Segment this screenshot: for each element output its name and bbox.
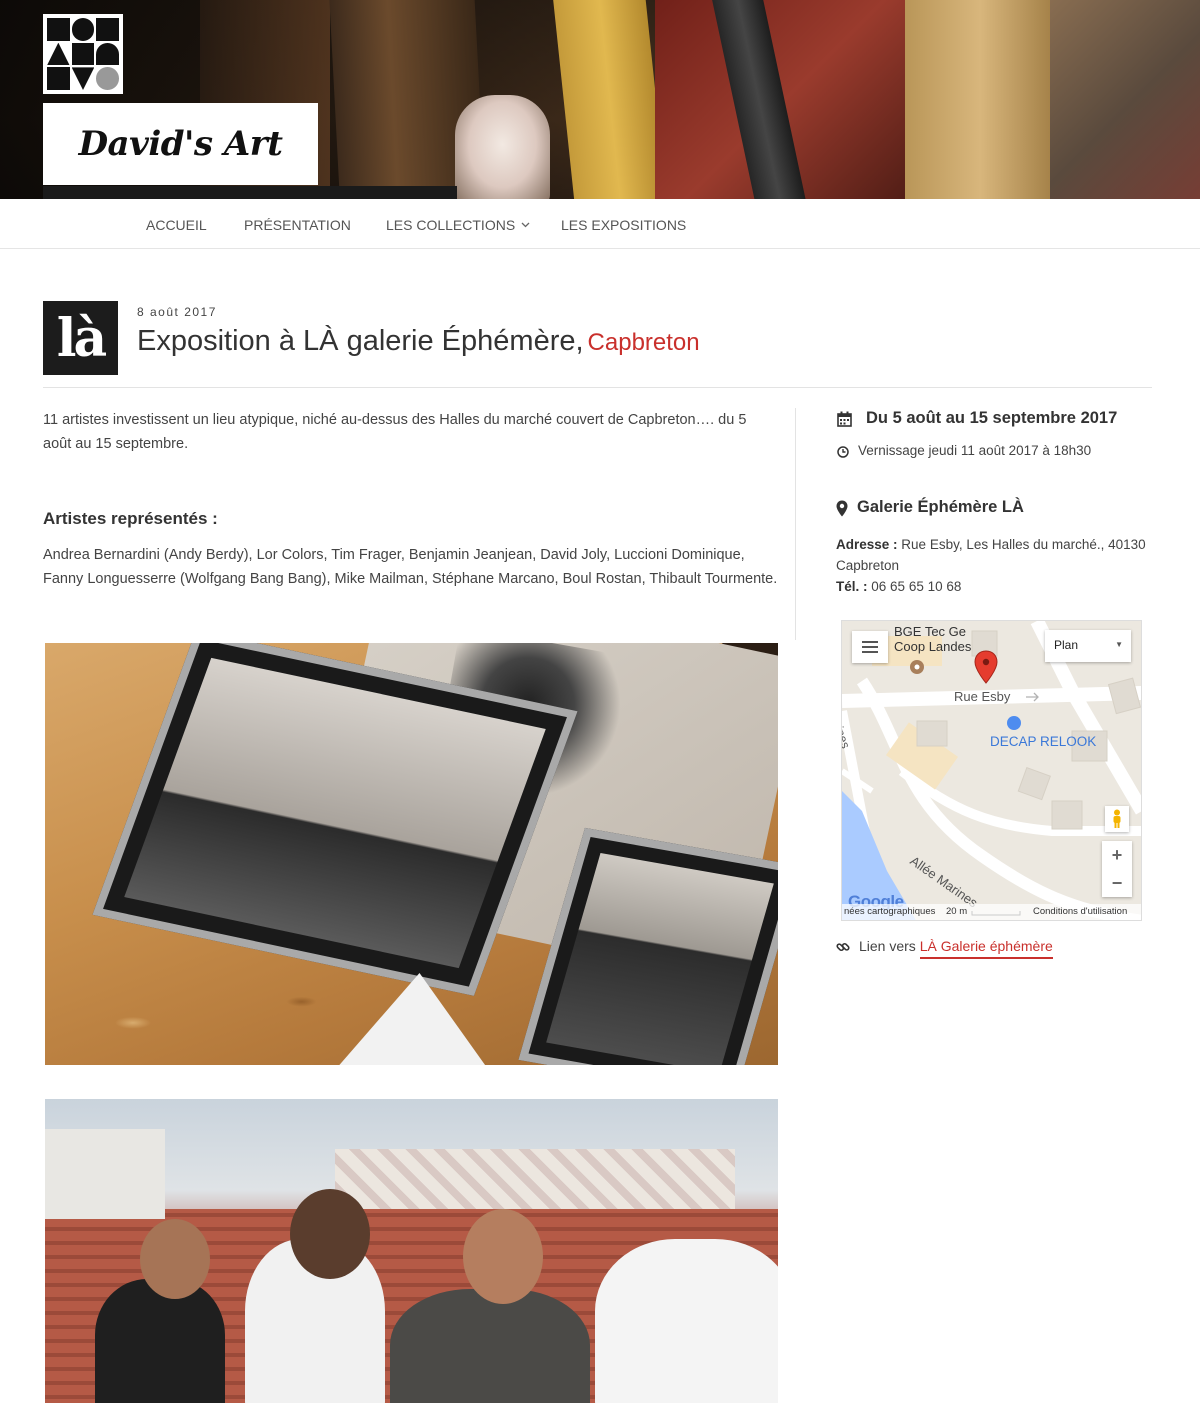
- map-data-credit: nées cartographiques: [844, 906, 936, 917]
- photo-person: [390, 1289, 590, 1403]
- artists-list: Andrea Bernardini (Andy Berdy), Lor Colo…: [43, 547, 778, 587]
- map-type-label: Plan: [1054, 638, 1079, 652]
- map-poi-bge-line2: Coop Landes: [894, 639, 972, 654]
- venue-map[interactable]: Plan ▼ BGE Tec Ge Coop Landes Rue Esby D…: [841, 620, 1142, 921]
- photo-tent: [335, 1149, 735, 1209]
- photo-person-head: [463, 1209, 543, 1304]
- map-zoom-controls: + −: [1102, 841, 1132, 897]
- map-pin-icon: [835, 500, 848, 517]
- banner-ruler: [551, 0, 671, 199]
- map-scale: 20 m: [946, 906, 968, 917]
- nav-item-accueil[interactable]: ACCUEIL: [146, 199, 207, 249]
- zoom-out-icon[interactable]: −: [1112, 873, 1123, 894]
- nav-item-expositions[interactable]: LES EXPOSITIONS: [561, 199, 686, 249]
- map-terms-link[interactable]: Conditions d'utilisation: [1033, 906, 1127, 917]
- zoom-in-icon[interactable]: +: [1112, 845, 1123, 866]
- post-date: 8 août 2017: [137, 305, 217, 319]
- site-title[interactable]: David's Art: [79, 124, 283, 164]
- site-title-box[interactable]: David's Art: [43, 103, 318, 185]
- artists-heading: Artistes représentés :: [43, 509, 218, 528]
- nav-item-collections[interactable]: LES COLLECTIONS: [386, 199, 530, 249]
- venue-link-line: Lien vers LÀ Galerie éphémère: [859, 938, 1053, 959]
- event-dates: Du 5 août au 15 septembre 2017: [866, 409, 1118, 427]
- banner-bar: [43, 186, 457, 199]
- calendar-icon: [836, 411, 852, 427]
- link-icon: [836, 940, 850, 954]
- menu-icon[interactable]: [852, 631, 888, 663]
- divider: [43, 387, 1152, 388]
- post-location[interactable]: Capbreton: [588, 329, 700, 356]
- pegman-icon[interactable]: [1105, 806, 1129, 832]
- map-footer: nées cartographiques 20 m Conditions d'u…: [842, 904, 1141, 920]
- event-address-block: Adresse : Rue Esby, Les Halles du marché…: [836, 534, 1152, 597]
- post-thumbnail: là: [43, 301, 118, 375]
- banner-texture: [905, 0, 1055, 199]
- phone-label: Tél. :: [836, 579, 868, 594]
- chevron-down-icon: ▼: [1115, 640, 1123, 649]
- post-intro: 11 artistes investissent un lieu atypiqu…: [43, 412, 747, 452]
- clock-icon: [836, 445, 849, 458]
- nav-item-presentation[interactable]: PRÉSENTATION: [244, 199, 351, 249]
- chevron-down-icon: [521, 199, 530, 251]
- event-venue: Galerie Éphémère LÀ: [857, 498, 1024, 516]
- venue-link[interactable]: LÀ Galerie éphémère: [919, 938, 1053, 959]
- post-title: Exposition à LÀ galerie Éphémère, Capbret…: [137, 325, 700, 358]
- map-poi-bge: BGE Tec Ge Coop Landes: [894, 624, 971, 654]
- map-poi-decap: DECAP RELOOK: [990, 734, 1097, 749]
- exhibition-photo-visitors[interactable]: [45, 1099, 778, 1403]
- photo-house: [45, 1129, 165, 1219]
- event-vernissage: Vernissage jeudi 11 août 2017 à 18h30: [858, 443, 1092, 458]
- map-poi-bge-line1: BGE Tec Ge: [894, 624, 967, 639]
- column-divider: [795, 408, 796, 640]
- banner-eraser: [455, 95, 550, 199]
- nav-item-collections-label: LES COLLECTIONS: [386, 217, 516, 233]
- banner-texture: [1050, 0, 1200, 199]
- phone-value[interactable]: 06 65 65 10 68: [871, 579, 961, 594]
- post-title-text: Exposition à LÀ galerie Éphémère,: [137, 325, 584, 357]
- map-type-select[interactable]: Plan ▼: [1045, 630, 1131, 662]
- photo-person: [595, 1239, 778, 1403]
- main-nav: ACCUEIL PRÉSENTATION LES COLLECTIONS LES…: [0, 199, 1200, 249]
- photo-person-head: [290, 1189, 370, 1279]
- map-canvas: [842, 621, 1141, 920]
- photo-person-head: [140, 1219, 210, 1299]
- photo-person: [95, 1279, 225, 1403]
- venue-link-prefix: Lien vers: [859, 938, 916, 954]
- exhibition-photo-artworks[interactable]: [45, 643, 778, 1065]
- site-logo[interactable]: [43, 14, 123, 94]
- address-label: Adresse :: [836, 537, 898, 552]
- map-street-rue-esby: Rue Esby: [954, 689, 1011, 704]
